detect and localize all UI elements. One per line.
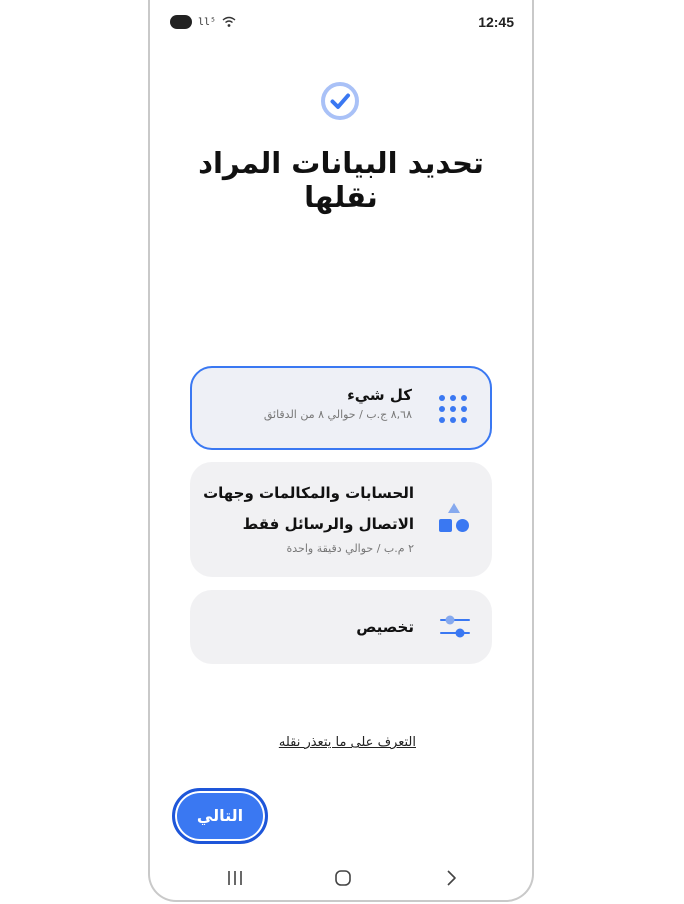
signal-icon: ll⁵ — [198, 16, 217, 28]
nav-recent-apps-button[interactable] — [224, 866, 246, 890]
apps-grid-icon — [439, 395, 467, 423]
status-icons: ll⁵ — [170, 15, 236, 29]
next-button[interactable]: التالي — [172, 788, 268, 844]
option-accounts-calls-contacts-messages[interactable]: الحسابات والمكالمات وجهات الاتصال والرسا… — [190, 462, 492, 577]
option-custom[interactable]: تخصيص — [190, 590, 492, 664]
sliders-icon — [440, 615, 470, 638]
option-text: تخصيص — [356, 616, 414, 638]
option-text: الحسابات والمكالمات وجهات الاتصال والرسا… — [203, 478, 414, 555]
option-subtitle: ٨,٦٨ ج.ب / حوالي ٨ من الدقائق — [263, 408, 412, 421]
chevron-right-icon — [447, 870, 456, 886]
option-everything[interactable]: كل شيء ٨,٦٨ ج.ب / حوالي ٨ من الدقائق — [190, 366, 492, 450]
status-bar: ll⁵ 12:45 — [170, 10, 514, 34]
nav-back-button[interactable] — [440, 866, 462, 890]
option-subtitle: ٢ م.ب / حوالي دقيقة واحدة — [286, 542, 414, 555]
wifi-icon — [222, 16, 236, 27]
check-circle-icon — [321, 82, 359, 120]
page-title: تحديد البيانات المراد نقلها — [198, 146, 484, 214]
option-text: كل شيء ٨,٦٨ ج.ب / حوالي ٨ من الدقائق — [264, 384, 412, 421]
home-icon — [335, 870, 351, 886]
option-title: تخصيص — [356, 618, 414, 636]
camera-pill-icon — [170, 15, 192, 29]
learn-what-cannot-transfer-link[interactable]: التعرف على ما يتعذر نقله — [190, 735, 416, 750]
option-title-line2: الاتصال والرسائل فقط — [242, 515, 414, 533]
option-title-line1: الحسابات والمكالمات وجهات — [203, 484, 414, 502]
phone-frame — [148, 0, 534, 902]
recent-apps-icon — [228, 871, 242, 885]
status-time: 12:45 — [478, 14, 514, 30]
nav-home-button[interactable] — [332, 866, 354, 890]
option-title: كل شيء — [347, 386, 412, 404]
shapes-icon — [439, 503, 469, 532]
